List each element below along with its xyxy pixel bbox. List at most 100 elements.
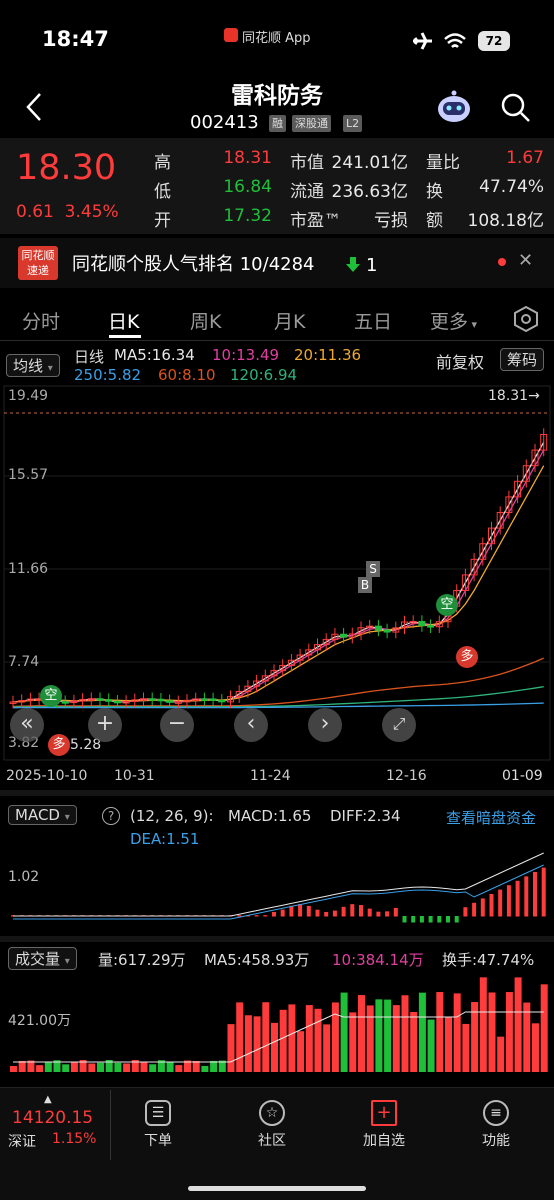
nav-add-watchlist[interactable]: + 加自选: [354, 1100, 414, 1150]
volume-bar: [384, 999, 392, 1072]
volume-bar: [427, 1019, 435, 1072]
chip-distribution-button[interactable]: 筹码: [500, 348, 545, 371]
y-label-3: 11.66: [8, 561, 49, 577]
volume-bar: [445, 1016, 452, 1072]
volume-bar: [305, 1005, 313, 1072]
volume-bar: [253, 1016, 261, 1072]
signal-short: 空: [40, 685, 62, 707]
quote-value-float: 236.63亿: [331, 182, 408, 202]
volume-ma5: MA5:458.93万: [204, 951, 310, 969]
macd-bar: [272, 911, 276, 917]
macd-bar: [254, 915, 259, 917]
volume-bar: [201, 1065, 209, 1072]
scroll-left-button[interactable]: ‹: [234, 708, 268, 742]
volume-bar: [505, 992, 513, 1072]
volume-bar: [436, 992, 444, 1072]
volume-bar: [192, 1060, 200, 1072]
quote-label-float: 流通: [290, 182, 324, 202]
y-label-2: 15.57: [8, 467, 49, 483]
volume-bar: [323, 1024, 331, 1072]
volume-value: 量:617.29万: [98, 951, 186, 969]
candle-body: [105, 699, 113, 702]
volume-selector[interactable]: 成交量 ▾: [8, 947, 77, 970]
macd-bar: [367, 908, 372, 917]
stock-code: 002413: [190, 112, 259, 133]
tag-margin: 融: [269, 115, 286, 132]
dark-pool-link[interactable]: 查看暗盘资金: [446, 807, 536, 828]
volume-bar: [479, 977, 487, 1072]
volume-bar: [514, 977, 522, 1072]
nav-trade[interactable]: ☰ 下单: [128, 1100, 188, 1150]
index-value[interactable]: 14120.15: [12, 1108, 93, 1128]
nav-community[interactable]: ☆ 社区: [242, 1100, 302, 1150]
tab-five-day[interactable]: 五日: [354, 307, 392, 334]
candle-body: [61, 701, 69, 704]
macd-bar: [315, 909, 320, 917]
macd-bar: [480, 898, 485, 917]
candle-body: [200, 698, 208, 701]
macd-selector[interactable]: MACD ▾: [8, 805, 77, 825]
search-icon[interactable]: [500, 92, 532, 124]
tab-intraday[interactable]: 分时: [22, 307, 60, 334]
robot-assistant-icon[interactable]: [436, 90, 472, 124]
candle-body: [418, 621, 426, 627]
zoom-in-button[interactable]: +: [88, 708, 122, 742]
volume-bar: [210, 1060, 218, 1072]
quote-label-turnover: 换: [426, 182, 443, 202]
kline-chart[interactable]: [0, 384, 554, 764]
volume-bar: [279, 1009, 287, 1072]
rewind-button[interactable]: «: [10, 708, 44, 742]
tab-more[interactable]: 更多 ▾: [430, 307, 477, 334]
scroll-right-button[interactable]: ›: [308, 708, 342, 742]
indicator-selector[interactable]: 均线 ▾: [6, 354, 60, 377]
macd-bar: [446, 916, 450, 923]
volume-bar: [175, 1065, 183, 1072]
quote-value-mktcap: 241.01亿: [331, 153, 408, 173]
macd-bar: [533, 872, 537, 917]
fullscreen-button[interactable]: ⤢: [382, 708, 416, 742]
quote-value-volratio: 1.67: [506, 148, 544, 168]
volume-bar: [10, 1066, 17, 1072]
quote-label-open: 开: [154, 211, 171, 231]
quote-value-amount: 108.18亿: [467, 211, 544, 231]
close-icon[interactable]: ✕: [518, 250, 533, 271]
macd-params: (12, 26, 9):: [130, 807, 214, 825]
index-name: 深证: [8, 1134, 36, 1150]
macd-bar: [437, 916, 442, 923]
volume-bar: [123, 1063, 131, 1072]
ma10-value: 10:13.49: [212, 346, 280, 364]
volume-chart[interactable]: [0, 968, 554, 1074]
quote-value-low: 16.84: [223, 177, 272, 197]
macd-bar: [454, 916, 459, 923]
candle-body: [383, 629, 391, 633]
tab-monthly-k[interactable]: 月K: [274, 307, 305, 334]
macd-bar: [419, 916, 424, 923]
divider: [0, 340, 554, 341]
zoom-out-button[interactable]: −: [160, 708, 194, 742]
volume-bar: [358, 995, 365, 1072]
volume-bar: [297, 1031, 305, 1072]
chart-settings-icon[interactable]: [512, 305, 540, 333]
diff-line: [13, 852, 544, 917]
volume-bar: [523, 1002, 531, 1072]
signal-long-2: 多: [48, 734, 70, 756]
ma60-value: 60:8.10: [158, 366, 216, 384]
battery-indicator: 72: [478, 31, 510, 51]
tab-weekly-k[interactable]: 周K: [190, 307, 221, 334]
caret-up-icon: ▲: [44, 1094, 52, 1105]
candle-body: [427, 625, 435, 628]
tab-daily-k[interactable]: 日K: [108, 307, 139, 334]
y-label-4: 7.74: [8, 654, 40, 670]
volume-bar: [331, 1002, 339, 1072]
macd-bar: [359, 905, 363, 917]
add-icon: +: [371, 1100, 397, 1126]
volume-bar: [44, 1061, 52, 1072]
macd-chart[interactable]: [0, 852, 554, 932]
nav-functions[interactable]: ≡ 功能: [466, 1100, 526, 1150]
adjust-mode-button[interactable]: 前复权: [436, 349, 484, 373]
date-label-5: 01-09: [502, 768, 543, 784]
section-divider-2: [0, 936, 554, 942]
help-icon[interactable]: ?: [102, 807, 120, 825]
app-brand-label: 同花顺 App: [242, 31, 311, 46]
candle-body: [218, 699, 226, 703]
